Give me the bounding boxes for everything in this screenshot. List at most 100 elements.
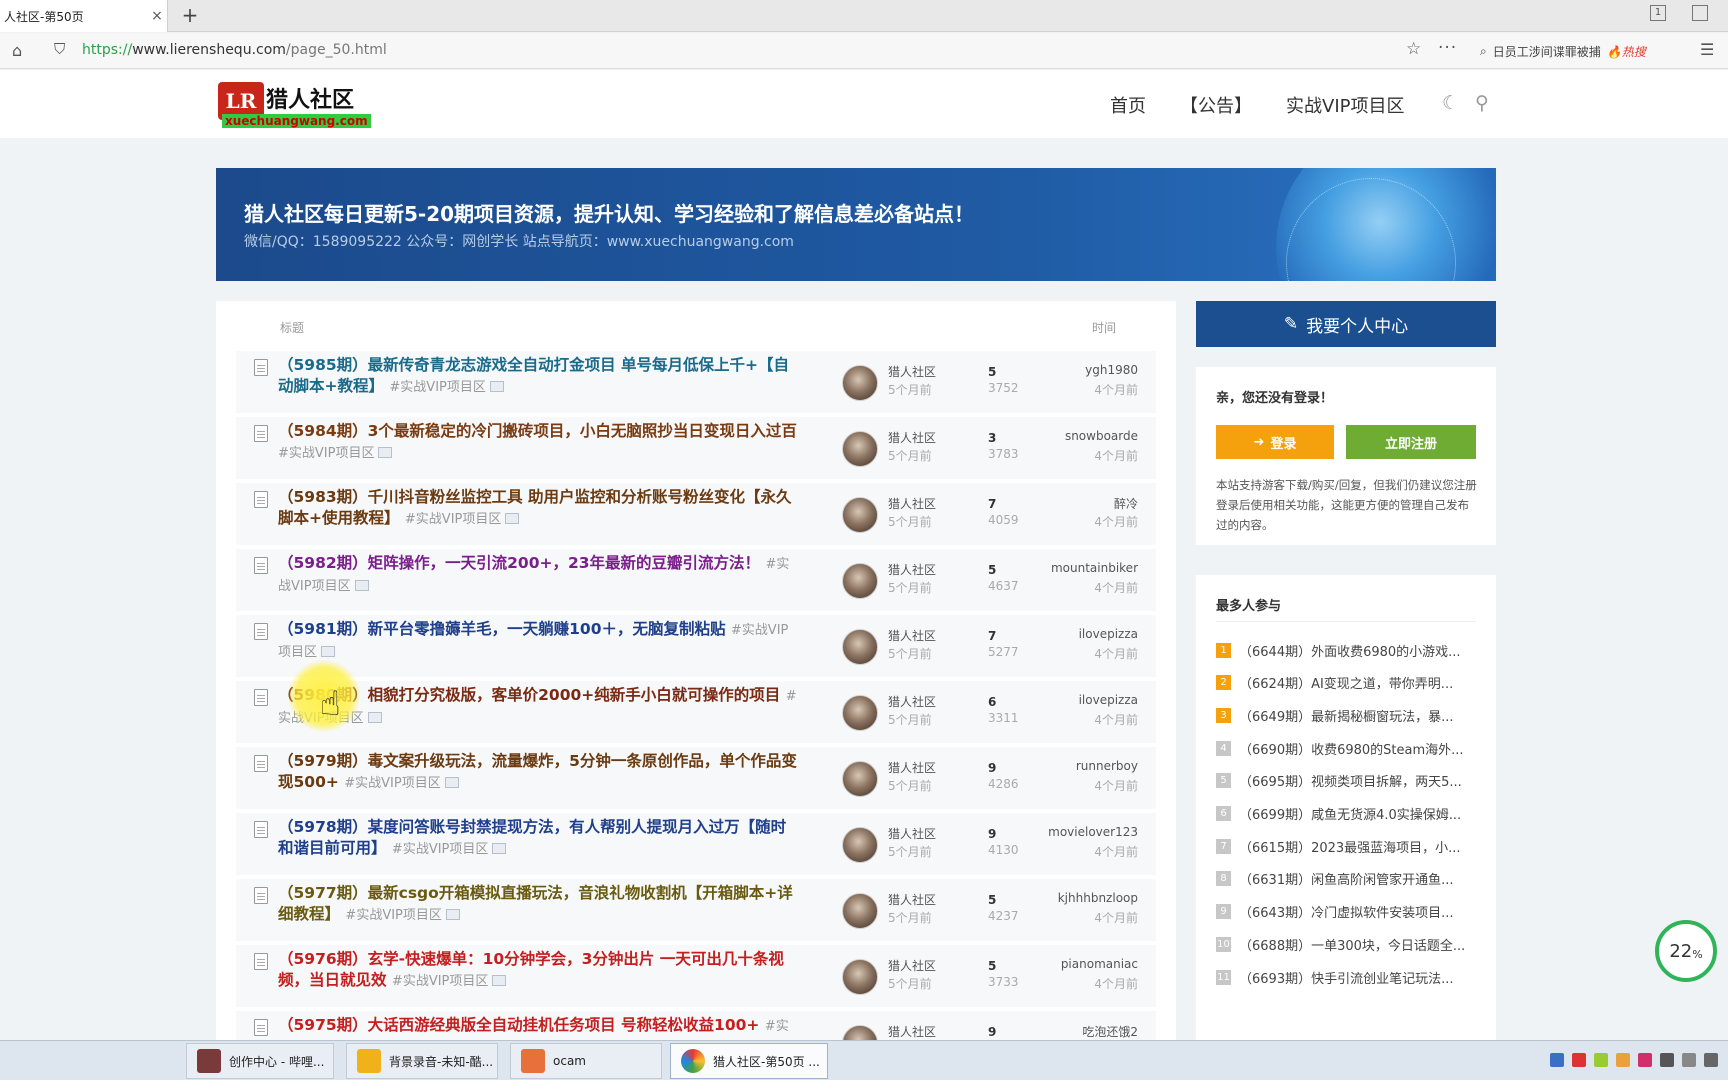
topic-category[interactable]: #实战VIP项目区: [392, 974, 488, 989]
topic-row[interactable]: （5978期）某度问答账号封禁提现方法，有人帮别人提现月入过万【随时和谐目前可用…: [236, 813, 1156, 875]
topic-title-link[interactable]: （5981期）新平台零撸薅羊毛，一天躺赚100＋，无脑复制粘贴: [278, 620, 726, 638]
tray-icon[interactable]: [1638, 1053, 1652, 1067]
topic-row[interactable]: （5976期）玄学-快速爆单：10分钟学会，3分钟出片 一天可出几十条视频，当日…: [236, 945, 1156, 1007]
taskbar-item-browser[interactable]: 猎人社区-第50页 ...: [670, 1043, 828, 1079]
browser-tab-active[interactable]: 人社区-第50页 ×: [0, 0, 168, 32]
topic-category[interactable]: #实战VIP项目区: [344, 776, 440, 791]
topic-title-link[interactable]: （5975期）大话西游经典版全自动挂机任务项目 号称轻松收益100+: [278, 1016, 759, 1034]
avatar[interactable]: [842, 959, 878, 995]
last-reply-user[interactable]: 醉冷: [1114, 495, 1138, 512]
hot-topic-item[interactable]: 4 （6690期）收费6980的Steam海外...: [1216, 737, 1476, 759]
user-center-button[interactable]: ✎ 我要个人中心: [1196, 301, 1496, 347]
hot-topic-item[interactable]: 6 （6699期）咸鱼无货源4.0实操保姆...: [1216, 803, 1476, 825]
topic-category[interactable]: #实战VIP项目区: [405, 512, 501, 527]
topic-row[interactable]: （5977期）最新csgo开箱模拟直播玩法，音浪礼物收割机【开箱脚本+详细教程】…: [236, 879, 1156, 941]
topic-author[interactable]: 猎人社区: [888, 759, 936, 776]
url-field[interactable]: https://www.lierenshequ.com/page_50.html: [82, 42, 387, 58]
topic-row[interactable]: （5984期）3个最新稳定的冷门搬砖项目，小白无脑照抄当日变现日入过百 #实战V…: [236, 417, 1156, 479]
taskbar-item-kugou[interactable]: 背景录音-未知-酷...: [346, 1043, 498, 1079]
tray-icon[interactable]: [1594, 1053, 1608, 1067]
topic-author[interactable]: 猎人社区: [888, 957, 936, 974]
moon-icon[interactable]: ☾: [1442, 92, 1459, 114]
topic-row[interactable]: （5975期）大话西游经典版全自动挂机任务项目 号称轻松收益100+ #实战VI…: [236, 1011, 1156, 1041]
topic-author[interactable]: 猎人社区: [888, 363, 936, 380]
tray-icon[interactable]: [1616, 1053, 1630, 1067]
topic-category[interactable]: #实战VIP项目区: [345, 908, 441, 923]
hot-topic-item[interactable]: 10 （6688期）一单300块，今日话题全...: [1216, 933, 1476, 955]
topic-row[interactable]: （5985期）最新传奇青龙志游戏全自动打金项目 单号每月低保上千+【自动脚本+教…: [236, 351, 1156, 413]
topic-row[interactable]: （5981期）新平台零撸薅羊毛，一天躺赚100＋，无脑复制粘贴 #实战VIP项目…: [236, 615, 1156, 677]
register-button[interactable]: 立即注册: [1346, 425, 1476, 459]
topic-author[interactable]: 猎人社区: [888, 495, 936, 512]
hot-topic-item[interactable]: 5 （6695期）视频类项目拆解，两天5...: [1216, 770, 1476, 792]
last-reply-user[interactable]: mountainbiker: [1051, 561, 1138, 575]
menu-icon[interactable]: ☰: [1700, 40, 1714, 59]
topic-author[interactable]: 猎人社区: [888, 627, 936, 644]
topic-row[interactable]: （5979期）毒文案升级玩法，流量爆炸，5分钟一条原创作品，单个作品变现500+…: [236, 747, 1156, 809]
home-icon[interactable]: ⌂: [12, 41, 22, 60]
tray-icon[interactable]: [1572, 1053, 1586, 1067]
topic-row[interactable]: （5980期）相貌打分究极版，客单价2000+纯新手小白就可操作的项目 #实战V…: [236, 681, 1156, 743]
tray-icon[interactable]: [1704, 1053, 1718, 1067]
topic-author[interactable]: 猎人社区: [888, 561, 936, 578]
last-reply-user[interactable]: ilovepizza: [1079, 627, 1138, 641]
last-reply-user[interactable]: pianomaniac: [1061, 957, 1138, 971]
site-logo[interactable]: LR 猎人社区 xuechuangwang.com: [218, 80, 371, 130]
hot-topic-item[interactable]: 3 （6649期）最新揭秘橱窗玩法，暴...: [1216, 704, 1476, 726]
topic-category[interactable]: #实战VIP项目区: [392, 842, 488, 857]
shirt-icon[interactable]: [1692, 5, 1708, 21]
avatar[interactable]: [842, 1025, 878, 1041]
avatar[interactable]: [842, 761, 878, 797]
tray-icon[interactable]: [1660, 1053, 1674, 1067]
avatar[interactable]: [842, 365, 878, 401]
avatar[interactable]: [842, 695, 878, 731]
topic-title-link[interactable]: （5976期）玄学-快速爆单：10分钟学会，3分钟出片 一天可出几十条视频，当日…: [278, 950, 784, 989]
avatar[interactable]: [842, 893, 878, 929]
topic-author[interactable]: 猎人社区: [888, 693, 936, 710]
hot-topic-item[interactable]: 7 （6615期）2023最强蓝海项目，小...: [1216, 835, 1476, 857]
topic-row[interactable]: （5983期）千川抖音粉丝监控工具 助用户监控和分析账号粉丝变化【永久脚本+使用…: [236, 483, 1156, 545]
last-reply-user[interactable]: 吃泡还饿2: [1082, 1023, 1138, 1040]
browser-search-box[interactable]: ⌕ 日员工涉间谍罪被捕 🔥热搜: [1480, 37, 1685, 65]
hot-topic-item[interactable]: 11 （6693期）快手引流创业笔记玩法...: [1216, 966, 1476, 988]
topic-row[interactable]: （5982期）矩阵操作，一天引流200+，23年最新的豆瓣引流方法！ #实战VI…: [236, 549, 1156, 611]
topic-author[interactable]: 猎人社区: [888, 891, 936, 908]
last-reply-user[interactable]: ygh1980: [1085, 363, 1138, 377]
tray-icon[interactable]: [1550, 1053, 1564, 1067]
topic-category[interactable]: #实战VIP项目区: [389, 380, 485, 395]
nav-home[interactable]: 首页: [1110, 92, 1146, 118]
nav-announcement[interactable]: 【公告】: [1180, 92, 1252, 118]
tray-icon[interactable]: [1682, 1053, 1696, 1067]
new-tab-button[interactable]: +: [178, 4, 202, 28]
avatar[interactable]: [842, 629, 878, 665]
more-icon[interactable]: ···: [1438, 38, 1457, 58]
topic-title-link[interactable]: （5984期）3个最新稳定的冷门搬砖项目，小白无脑照抄当日变现日入过百: [278, 422, 797, 440]
topic-author[interactable]: 猎人社区: [888, 825, 936, 842]
taskbar-item-ocam[interactable]: ocam: [510, 1043, 662, 1079]
hot-topic-item[interactable]: 9 （6643期）冷门虚拟软件安装项目...: [1216, 901, 1476, 923]
nav-vip-area[interactable]: 实战VIP项目区: [1286, 92, 1404, 118]
last-reply-user[interactable]: runnerboy: [1076, 759, 1138, 773]
bookmark-star-icon[interactable]: ☆: [1406, 39, 1421, 59]
tab-count-icon[interactable]: 1: [1650, 5, 1666, 21]
login-button[interactable]: ➜ 登录: [1216, 425, 1334, 459]
shield-icon[interactable]: ⛉: [54, 40, 65, 58]
avatar[interactable]: [842, 431, 878, 467]
last-reply-user[interactable]: ilovepizza: [1079, 693, 1138, 707]
last-reply-user[interactable]: kjhhhbnzloop: [1058, 891, 1138, 905]
topic-category[interactable]: #实战VIP项目区: [278, 446, 374, 461]
search-icon[interactable]: ⚲: [1475, 92, 1489, 114]
tab-close-icon[interactable]: ×: [147, 8, 167, 24]
hot-topic-item[interactable]: 8 （6631期）闲鱼高阶闲管家开通鱼...: [1216, 868, 1476, 890]
topic-title-link[interactable]: （5982期）矩阵操作，一天引流200+，23年最新的豆瓣引流方法！: [278, 554, 760, 572]
hot-topic-item[interactable]: 2 （6624期）AI变现之道，带你弄明...: [1216, 672, 1476, 694]
topic-author[interactable]: 猎人社区: [888, 429, 936, 446]
topic-author[interactable]: 猎人社区: [888, 1023, 936, 1040]
taskbar-item-bilibili[interactable]: 创作中心 - 哔哩...: [186, 1043, 334, 1079]
topic-title-link[interactable]: （5978期）某度问答账号封禁提现方法，有人帮别人提现月入过万【随时和谐目前可用…: [278, 818, 786, 857]
avatar[interactable]: [842, 827, 878, 863]
hot-topic-item[interactable]: 1 （6644期）外面收费6980的小游戏...: [1216, 639, 1476, 661]
last-reply-user[interactable]: movielover123: [1048, 825, 1138, 839]
avatar[interactable]: [842, 563, 878, 599]
avatar[interactable]: [842, 497, 878, 533]
